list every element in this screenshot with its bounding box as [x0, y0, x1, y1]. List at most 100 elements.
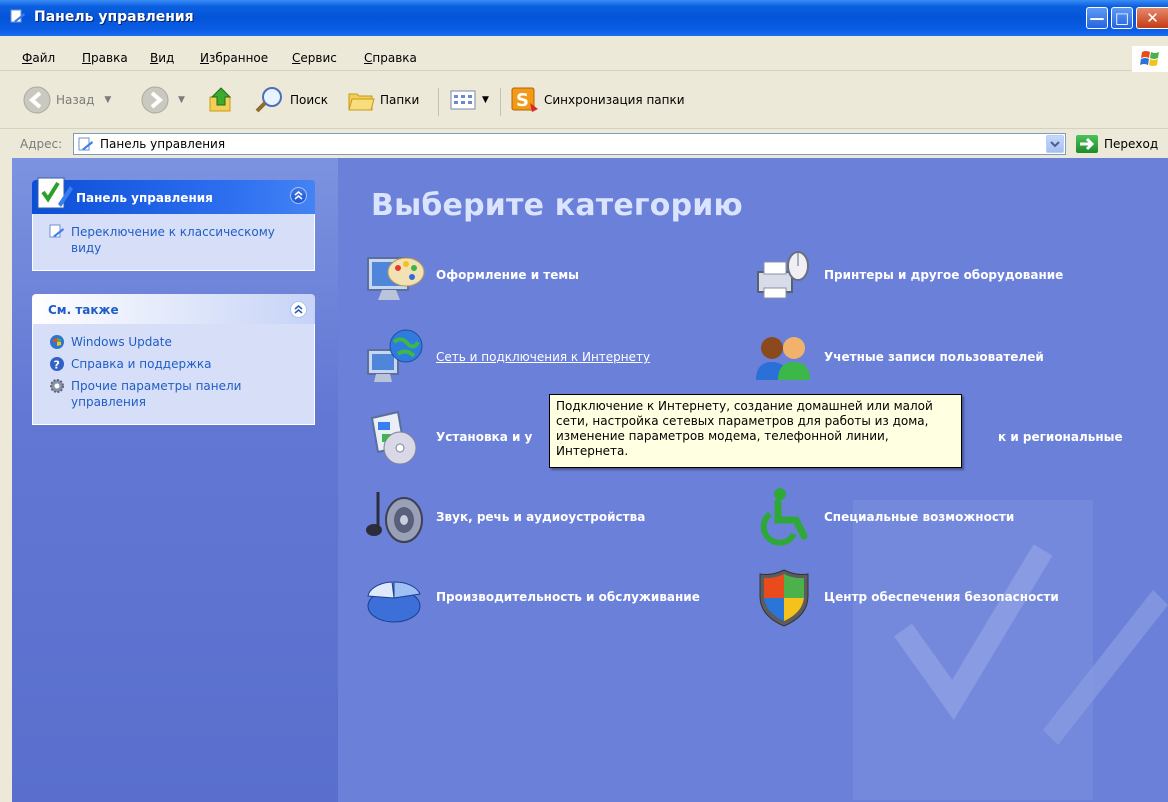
- sync-icon: S: [511, 87, 538, 112]
- page-title: Выберите категорию: [371, 188, 743, 223]
- title-bar[interactable]: Панель управления — □ ✕: [0, 0, 1168, 36]
- forward-button[interactable]: ▼: [140, 72, 185, 128]
- folders-button[interactable]: Папки: [346, 72, 419, 128]
- control-panel-task-panel: Панель управления Переключение к классич…: [32, 177, 315, 271]
- control-panel-icon: [10, 9, 25, 23]
- category-label[interactable]: Установка и у: [436, 430, 532, 444]
- forward-arrow-icon: [141, 86, 169, 114]
- category-label[interactable]: Сеть и подключения к Интернету: [436, 350, 650, 364]
- category-label[interactable]: Специальные возможности: [824, 510, 1014, 524]
- control-panel-panel-header[interactable]: Панель управления: [32, 177, 315, 214]
- menu-edit[interactable]: Правка: [82, 51, 128, 65]
- minimize-button[interactable]: —: [1086, 7, 1108, 29]
- classic-view-label: Переключение к классическому виду: [71, 225, 275, 255]
- menu-favorites[interactable]: Избранное: [200, 51, 268, 65]
- folder-up-icon: [209, 87, 232, 112]
- menu-bar: Файл Правка Вид Избранное Сервис Справка: [0, 46, 1168, 71]
- maximize-button[interactable]: □: [1111, 7, 1133, 29]
- go-arrow-icon: [1080, 137, 1095, 151]
- toolbar-separator: [500, 88, 501, 116]
- printers-hardware-icon: [757, 251, 809, 299]
- address-dropdown-button[interactable]: [1046, 135, 1064, 153]
- sounds-speech-icon: [366, 492, 423, 543]
- menu-file[interactable]: Файл: [22, 51, 55, 65]
- collapse-icon[interactable]: [290, 301, 307, 318]
- checklist-watermark-icon: [853, 500, 1168, 800]
- category-label[interactable]: Оформление и темы: [436, 268, 579, 282]
- windows-flag-icon: [1140, 51, 1159, 66]
- views-dropdown-icon[interactable]: ▼: [482, 95, 489, 105]
- see-also-panel: См. также Windows Update ? Справка и под…: [32, 294, 315, 425]
- network-internet-icon: [367, 329, 423, 382]
- control-panel-checklist-icon: [37, 177, 73, 209]
- accessibility-icon: [760, 488, 808, 546]
- windows-update-link[interactable]: Windows Update: [49, 334, 304, 352]
- help-support-link[interactable]: ? Справка и поддержка: [49, 356, 304, 374]
- views-icon: [450, 90, 476, 110]
- address-bar: Адрес: Панель управления Переход: [0, 130, 1168, 158]
- category-label[interactable]: Учетные записи пользователей: [824, 350, 1044, 364]
- task-pane: Панель управления Переключение к классич…: [12, 158, 338, 802]
- search-label: Поиск: [290, 93, 329, 107]
- views-button[interactable]: ▼: [448, 72, 489, 128]
- other-options-link[interactable]: Прочие параметры панели управления: [49, 378, 304, 410]
- svg-text:S: S: [516, 90, 529, 111]
- minimize-icon: —: [1089, 9, 1105, 27]
- folders-icon: [348, 93, 375, 111]
- other-options-label: Прочие параметры панели управления: [71, 379, 242, 409]
- control-panel-icon: [78, 137, 93, 151]
- see-also-panel-header[interactable]: См. также: [32, 294, 315, 324]
- toolbar: Назад ▼ ▼ Поиск Папки ▼ S Синхронизация …: [0, 72, 1168, 129]
- close-button[interactable]: ✕: [1136, 7, 1168, 29]
- help-icon: ?: [50, 357, 64, 372]
- category-label[interactable]: Звук, речь и аудиоустройства: [436, 510, 645, 524]
- add-remove-programs-icon: [370, 410, 417, 465]
- menu-tools[interactable]: Сервис: [292, 51, 337, 65]
- performance-maintenance-icon: [367, 581, 421, 623]
- back-label: Назад: [56, 93, 95, 107]
- go-button[interactable]: [1076, 135, 1098, 153]
- user-accounts-icon: [756, 337, 810, 380]
- up-button[interactable]: [206, 72, 236, 128]
- category-label[interactable]: Производительность и обслуживание: [436, 590, 700, 604]
- classic-view-link[interactable]: Переключение к классическому виду: [49, 224, 304, 256]
- chevron-down-icon: [1050, 141, 1060, 148]
- folders-label: Папки: [380, 93, 420, 107]
- control-panel-panel-title: Панель управления: [76, 191, 213, 205]
- windows-update-icon: [50, 335, 64, 349]
- search-button[interactable]: Поиск: [252, 72, 328, 128]
- back-arrow-icon: [23, 86, 51, 114]
- appearance-themes-icon: [367, 257, 425, 300]
- close-icon: ✕: [1146, 9, 1159, 27]
- control-panel-icon: [49, 224, 64, 238]
- help-support-label: Справка и поддержка: [71, 357, 212, 371]
- control-panel-panel-body: Переключение к классическому виду: [32, 214, 315, 271]
- search-icon: [255, 87, 282, 113]
- back-button[interactable]: Назад ▼: [22, 72, 111, 128]
- sync-label: Синхронизация папки: [544, 93, 685, 107]
- explorer-window: Панель управления — □ ✕ Файл Правка Вид …: [0, 0, 1168, 802]
- category-label[interactable]: Принтеры и другое оборудование: [824, 268, 1063, 282]
- collapse-icon[interactable]: [290, 187, 307, 204]
- see-also-panel-title: См. также: [48, 303, 119, 317]
- category-label[interactable]: к и региональные: [998, 430, 1123, 444]
- go-label[interactable]: Переход: [1104, 137, 1158, 151]
- maximize-icon: □: [1114, 9, 1130, 27]
- category-tooltip: Подключение к Интернету, создание домашн…: [549, 394, 962, 468]
- category-label[interactable]: Центр обеспечения безопасности: [824, 590, 1059, 604]
- window-title: Панель управления: [34, 9, 194, 25]
- menu-view[interactable]: Вид: [150, 51, 174, 65]
- address-label: Адрес:: [20, 137, 63, 151]
- address-value: Панель управления: [100, 137, 226, 151]
- menu-help[interactable]: Справка: [364, 51, 417, 65]
- toolbar-separator: [438, 88, 439, 116]
- back-dropdown-icon[interactable]: ▼: [104, 95, 111, 105]
- sync-folder-button[interactable]: S Синхронизация папки: [510, 72, 685, 128]
- content-area: Панель управления Переключение к классич…: [12, 158, 1168, 802]
- windows-update-label: Windows Update: [71, 335, 172, 349]
- settings-icon: [50, 379, 64, 393]
- category-view: Выберите категорию Оформление и темы Сет…: [338, 158, 1168, 802]
- address-input[interactable]: Панель управления: [73, 133, 1066, 155]
- forward-dropdown-icon[interactable]: ▼: [178, 95, 185, 105]
- see-also-panel-body: Windows Update ? Справка и поддержка Про…: [32, 324, 315, 425]
